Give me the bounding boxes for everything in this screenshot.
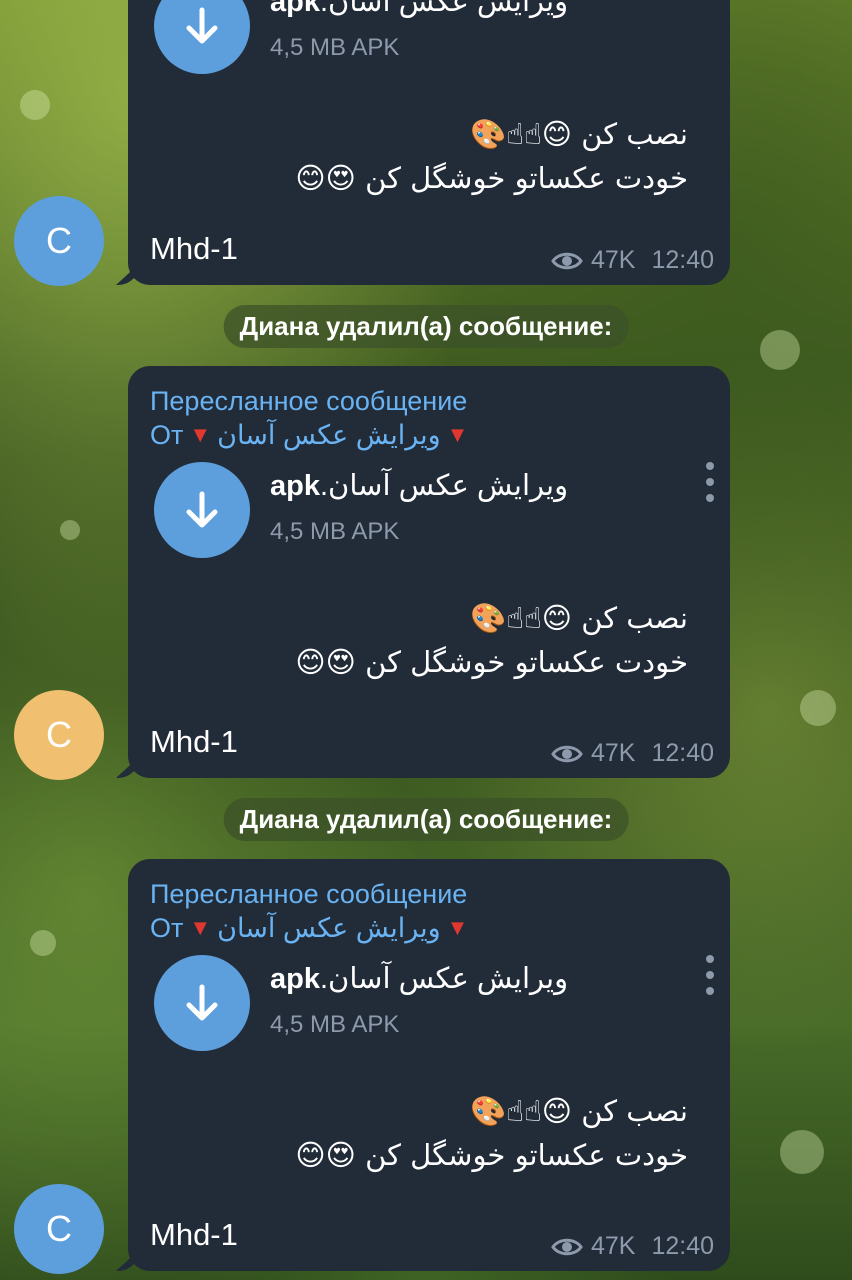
background-bokeh [780,1130,824,1174]
eye-icon [551,745,583,762]
file-name[interactable]: apkویرایش عکس آسان. [270,961,568,996]
download-arrow-icon [186,7,218,44]
download-button[interactable] [154,462,250,558]
background-bokeh [800,690,836,726]
file-menu-icon[interactable] [704,462,716,502]
file-size: 4,5 MB APK [270,518,400,545]
forwarded-header[interactable]: Пересланное сообщение От ▼ ویرایش عکس آس… [128,859,730,945]
message-caption: نصب کن 😊☝☝🎨 خودت عکساتو خوشگل کن 😍😊 [128,596,730,684]
file-size: 4,5 MB APK [270,1011,400,1038]
caption-line: خودت عکساتو خوشگل کن 😍😊 [295,645,688,679]
avatar-letter: C [46,1208,72,1249]
message-caption: نصب کن 😊☝☝🎨 خودت عکساتو خوشگل کن 😍😊 [128,1089,730,1177]
service-message: Диана удалил(а) сообщение: [223,305,629,348]
forwarded-from-prefix: От [150,420,184,450]
forwarded-from[interactable]: От ▼ ویرایش عکس آسان ▼ [150,418,708,452]
background-bokeh [20,90,50,120]
caption-line: نصب کن 😊☝☝🎨 [470,1094,688,1128]
red-triangle-icon: ▼ [446,915,469,940]
file-attachment[interactable]: apkویرایش عکس آسان. 4,5 MB APK [128,462,730,596]
red-triangle-icon: ▼ [446,422,469,447]
file-size: 4,5 MB APK [270,34,400,61]
avatar-letter: C [46,220,72,261]
message-bubble[interactable]: apkویرایش عکس آسان. 4,5 MB APK نصب کن 😊☝… [128,0,730,285]
forwarded-label: Пересланное сообщение [150,879,468,909]
caption-line: نصب کن 😊☝☝🎨 [470,601,688,635]
avatar[interactable]: C [14,690,104,780]
download-arrow-icon [186,491,218,528]
download-button[interactable] [154,0,250,74]
forwarded-header[interactable]: Пересланное сообщение От ▼ ویرایش عکس آس… [128,366,730,452]
message-time: 12:40 [651,739,714,767]
file-menu-icon[interactable] [704,955,716,995]
sender-name[interactable]: Mhd-1 [150,724,238,760]
message-bubble[interactable]: Пересланное сообщение От ▼ ویرایش عکس آس… [128,366,730,778]
sender-name[interactable]: Mhd-1 [150,231,238,267]
message-time: 12:40 [651,246,714,274]
download-arrow-icon [186,984,218,1021]
message-caption: نصب کن 😊☝☝🎨 خودت عکساتو خوشگل کن 😍😊 [128,112,730,200]
avatar[interactable]: C [14,1184,104,1274]
message-meta: 47K 12:40 [551,246,714,275]
forwarded-from-name[interactable]: ویرایش عکس آسان [217,418,441,452]
view-count: 47K [590,246,636,274]
message-time: 12:40 [651,1232,714,1260]
sender-name[interactable]: Mhd-1 [150,1217,238,1253]
message-meta: 47K 12:40 [551,1232,714,1261]
red-triangle-icon: ▼ [189,915,212,940]
download-button[interactable] [154,955,250,1051]
forwarded-from-prefix: От [150,913,184,943]
service-message: Диана удалил(а) сообщение: [223,798,629,841]
eye-icon [551,252,583,269]
background-bokeh [760,330,800,370]
caption-line: خودت عکساتو خوشگل کن 😍😊 [295,1138,688,1172]
eye-icon [551,1238,583,1255]
red-triangle-icon: ▼ [189,422,212,447]
message-meta: 47K 12:40 [551,739,714,768]
view-count: 47K [590,1232,636,1260]
file-name[interactable]: apkویرایش عکس آسان. [270,0,568,19]
message-bubble[interactable]: Пересланное сообщение От ▼ ویرایش عکس آس… [128,859,730,1271]
avatar-letter: C [46,714,72,755]
forwarded-from[interactable]: От ▼ ویرایش عکس آسان ▼ [150,911,708,945]
view-count: 47K [590,739,636,767]
caption-line: نصب کن 😊☝☝🎨 [470,117,688,151]
file-attachment[interactable]: apkویرایش عکس آسان. 4,5 MB APK [128,0,730,82]
background-bokeh [30,930,56,956]
caption-line: خودت عکساتو خوشگل کن 😍😊 [295,161,688,195]
background-bokeh [60,520,80,540]
forwarded-from-name[interactable]: ویرایش عکس آسان [217,911,441,945]
avatar[interactable]: C [14,196,104,286]
file-attachment[interactable]: apkویرایش عکس آسان. 4,5 MB APK [128,955,730,1089]
forwarded-label: Пересланное сообщение [150,386,468,416]
file-name[interactable]: apkویرایش عکس آسان. [270,468,568,503]
